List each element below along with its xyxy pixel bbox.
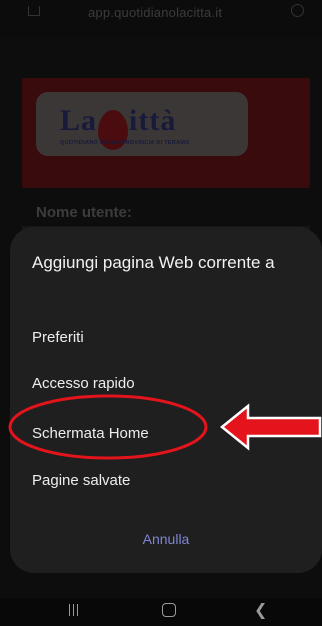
tabs-icon bbox=[291, 4, 304, 17]
option-accesso-rapido[interactable]: Accesso rapido bbox=[32, 375, 135, 392]
username-label: Nome utente: bbox=[36, 204, 132, 221]
header-banner: LaC ittà QUOTIDIANO DELLA PROVINCIA DI TE… bbox=[22, 78, 310, 188]
url-text: app.quotidianolacitta.it bbox=[88, 5, 223, 20]
pointer-arrow-icon bbox=[220, 403, 322, 451]
browser-home-icon bbox=[28, 6, 40, 16]
system-navigation-bar: ❮ bbox=[0, 598, 322, 626]
logo-tagline: QUOTIDIANO DELLA PROVINCIA DI TERAMO bbox=[60, 140, 190, 146]
highlight-ellipse bbox=[8, 394, 208, 460]
site-logo: LaC ittà QUOTIDIANO DELLA PROVINCIA DI TE… bbox=[36, 92, 248, 156]
back-icon[interactable]: ❮ bbox=[254, 600, 267, 620]
cancel-button[interactable]: Annulla bbox=[10, 531, 322, 547]
option-pagine-salvate[interactable]: Pagine salvate bbox=[32, 472, 130, 489]
home-icon[interactable] bbox=[162, 603, 176, 617]
screen: app.quotidianolacitta.it LaC ittà QUOTIDI… bbox=[0, 0, 322, 626]
option-preferiti[interactable]: Preferiti bbox=[32, 329, 84, 346]
browser-url-bar: app.quotidianolacitta.it bbox=[0, 0, 322, 36]
sheet-title: Aggiungi pagina Web corrente a bbox=[32, 253, 275, 272]
recents-icon[interactable] bbox=[68, 604, 80, 616]
